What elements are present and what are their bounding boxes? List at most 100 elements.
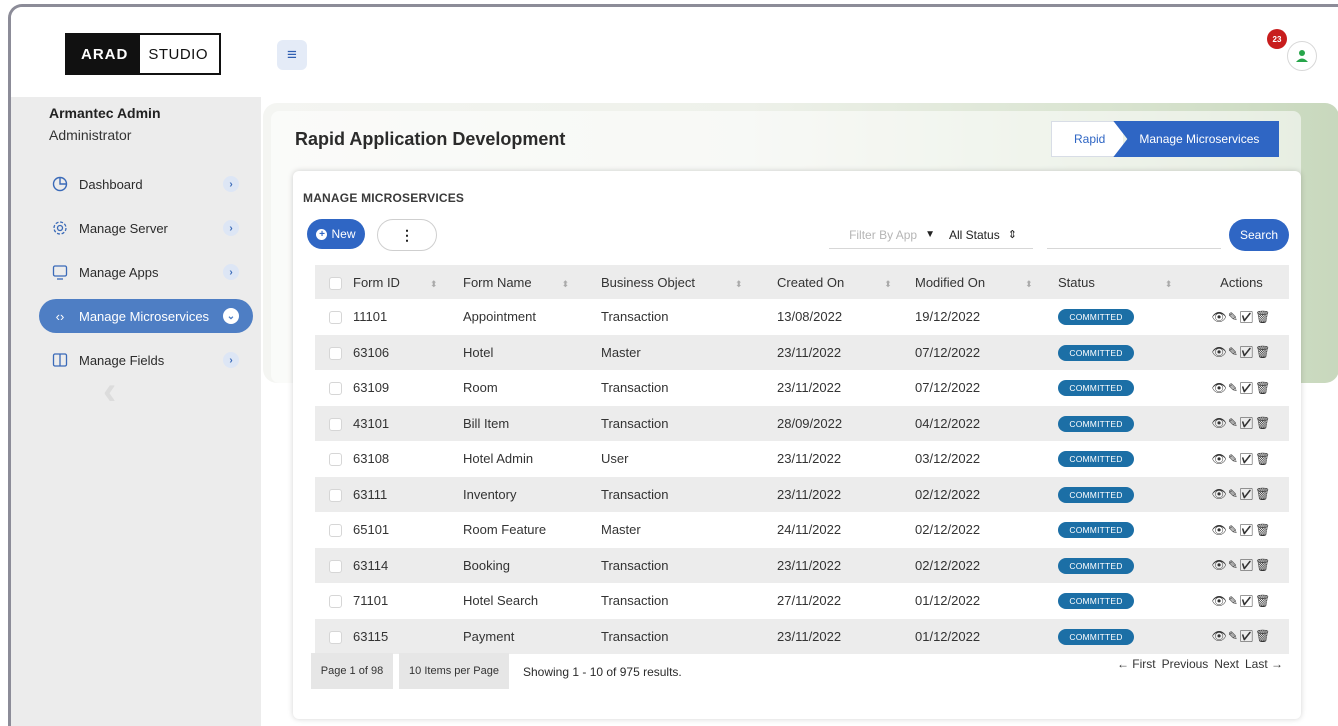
- last-page-link[interactable]: Last →: [1245, 657, 1283, 671]
- select-all-checkbox[interactable]: [329, 276, 342, 290]
- form-name-cell: Hotel Search: [463, 593, 539, 609]
- approve-icon[interactable]: ☑: [1239, 310, 1255, 324]
- user-name: Armantec Admin: [49, 105, 161, 121]
- delete-icon[interactable]: 🗑: [1255, 629, 1271, 643]
- approve-icon[interactable]: ☑: [1239, 523, 1255, 537]
- previous-page-link[interactable]: Previous: [1162, 657, 1209, 671]
- row-checkbox[interactable]: [329, 630, 342, 644]
- edit-icon[interactable]: ✎: [1228, 416, 1239, 430]
- more-options-button[interactable]: ⋮: [377, 219, 437, 251]
- created-on-cell: 23/11/2022: [777, 557, 842, 573]
- column-header-status[interactable]: Status ⬍: [1058, 265, 1194, 299]
- new-button[interactable]: + New: [307, 219, 365, 249]
- created-on-cell: 23/11/2022: [777, 628, 842, 644]
- edit-icon[interactable]: ✎: [1228, 381, 1239, 395]
- approve-icon[interactable]: ☑: [1239, 487, 1255, 501]
- table-row[interactable]: 11101 Appointment Transaction 13/08/2022…: [315, 299, 1289, 335]
- view-icon[interactable]: 👁: [1212, 345, 1228, 359]
- row-checkbox[interactable]: [329, 346, 342, 360]
- view-icon[interactable]: 👁: [1212, 452, 1228, 466]
- delete-icon[interactable]: 🗑: [1255, 452, 1271, 466]
- column-header-modified-on[interactable]: Modified On ⬍: [915, 265, 1058, 299]
- edit-icon[interactable]: ✎: [1228, 452, 1239, 466]
- next-page-link[interactable]: Next: [1214, 657, 1239, 671]
- row-checkbox[interactable]: [329, 417, 342, 431]
- view-icon[interactable]: 👁: [1212, 629, 1228, 643]
- breadcrumb-rapid[interactable]: Rapid: [1051, 121, 1124, 157]
- column-header-business-object[interactable]: Business Object ⬍: [601, 265, 777, 299]
- column-header-form-name[interactable]: Form Name ⬍: [463, 265, 601, 299]
- sidebar-item-manage-server[interactable]: Manage Server ›: [39, 211, 253, 245]
- hamburger-menu-icon[interactable]: ≡: [277, 40, 307, 70]
- approve-icon[interactable]: ☑: [1239, 345, 1255, 359]
- table-row[interactable]: 63115 Payment Transaction 23/11/2022 01/…: [315, 618, 1289, 654]
- sidebar-item-manage-apps[interactable]: Manage Apps ›: [39, 255, 253, 289]
- approve-icon[interactable]: ☑: [1239, 381, 1255, 395]
- row-checkbox[interactable]: [329, 382, 342, 396]
- edit-icon[interactable]: ✎: [1228, 487, 1239, 501]
- collapse-arrow-icon[interactable]: ‹: [103, 369, 116, 414]
- form-id-cell: 63111: [353, 486, 388, 502]
- table-row[interactable]: 63111 Inventory Transaction 23/11/2022 0…: [315, 476, 1289, 512]
- view-icon[interactable]: 👁: [1212, 523, 1228, 537]
- search-button[interactable]: Search: [1229, 219, 1289, 251]
- row-checkbox[interactable]: [329, 595, 342, 609]
- approve-icon[interactable]: ☑: [1239, 452, 1255, 466]
- delete-icon[interactable]: 🗑: [1255, 487, 1271, 501]
- row-checkbox[interactable]: [329, 453, 342, 467]
- row-checkbox[interactable]: [329, 559, 342, 573]
- table-row[interactable]: 71101 Hotel Search Transaction 27/11/202…: [315, 583, 1289, 619]
- sidebar-item-manage-microservices[interactable]: ‹› Manage Microservices ⌄: [39, 299, 253, 333]
- edit-icon[interactable]: ✎: [1228, 629, 1239, 643]
- table-row[interactable]: 63106 Hotel Master 23/11/2022 07/12/2022…: [315, 334, 1289, 370]
- delete-icon[interactable]: 🗑: [1255, 381, 1271, 395]
- notification-badge[interactable]: 23: [1267, 29, 1287, 49]
- column-header-created-on[interactable]: Created On ⬍: [777, 265, 915, 299]
- delete-icon[interactable]: 🗑: [1255, 558, 1271, 572]
- delete-icon[interactable]: 🗑: [1255, 416, 1271, 430]
- sidebar-item-label: Manage Fields: [79, 352, 165, 368]
- delete-icon[interactable]: 🗑: [1255, 523, 1271, 537]
- approve-icon[interactable]: ☑: [1239, 594, 1255, 608]
- view-icon[interactable]: 👁: [1212, 381, 1228, 395]
- column-header-form-id[interactable]: Form ID ⬍: [353, 265, 463, 299]
- approve-icon[interactable]: ☑: [1239, 629, 1255, 643]
- brand-logo[interactable]: ARAD STUDIO: [65, 33, 221, 75]
- table-row[interactable]: 63108 Hotel Admin User 23/11/2022 03/12/…: [315, 441, 1289, 477]
- sort-icon: ⬍: [734, 278, 743, 289]
- page-indicator[interactable]: Page 1 of 98: [311, 653, 393, 689]
- view-icon[interactable]: 👁: [1212, 416, 1228, 430]
- view-icon[interactable]: 👁: [1212, 594, 1228, 608]
- table-row[interactable]: 63114 Booking Transaction 23/11/2022 02/…: [315, 547, 1289, 583]
- view-icon[interactable]: 👁: [1212, 487, 1228, 501]
- sidebar-item-dashboard[interactable]: Dashboard ›: [39, 167, 253, 201]
- sidebar-item-label: Manage Microservices: [79, 308, 210, 324]
- approve-icon[interactable]: ☑: [1239, 558, 1255, 572]
- edit-icon[interactable]: ✎: [1228, 558, 1239, 572]
- app-window: ARAD STUDIO ≡ 23 Armantec Admin Administ…: [8, 4, 1338, 726]
- row-checkbox[interactable]: [329, 524, 342, 538]
- delete-icon[interactable]: 🗑: [1255, 594, 1271, 608]
- delete-icon[interactable]: 🗑: [1255, 345, 1271, 359]
- approve-icon[interactable]: ☑: [1239, 416, 1255, 430]
- table-row[interactable]: 43101 Bill Item Transaction 28/09/2022 0…: [315, 405, 1289, 441]
- edit-icon[interactable]: ✎: [1228, 345, 1239, 359]
- row-checkbox[interactable]: [329, 488, 342, 502]
- edit-icon[interactable]: ✎: [1228, 310, 1239, 324]
- delete-icon[interactable]: 🗑: [1255, 310, 1271, 324]
- sidebar-item-manage-fields[interactable]: Manage Fields ›: [39, 343, 253, 377]
- view-icon[interactable]: 👁: [1212, 310, 1228, 324]
- table-row[interactable]: 65101 Room Feature Master 24/11/2022 02/…: [315, 512, 1289, 548]
- first-page-link[interactable]: ← First: [1117, 657, 1156, 671]
- edit-icon[interactable]: ✎: [1228, 594, 1239, 608]
- filter-by-app-select[interactable]: Filter By App ▼: [829, 221, 943, 249]
- row-checkbox[interactable]: [329, 311, 342, 325]
- edit-icon[interactable]: ✎: [1228, 523, 1239, 537]
- table-row[interactable]: 63109 Room Transaction 23/11/2022 07/12/…: [315, 370, 1289, 406]
- sidebar-item-label: Manage Server: [79, 220, 168, 236]
- search-input[interactable]: [1047, 221, 1221, 249]
- user-avatar[interactable]: [1287, 41, 1317, 71]
- view-icon[interactable]: 👁: [1212, 558, 1228, 572]
- items-per-page-select[interactable]: 10 Items per Page: [399, 653, 509, 689]
- status-filter-select[interactable]: All Status ⇕: [943, 221, 1033, 249]
